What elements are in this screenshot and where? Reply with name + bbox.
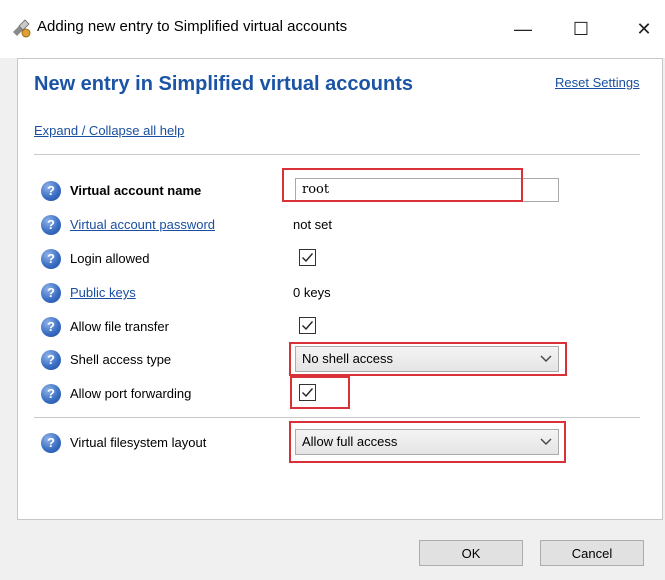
file-transfer-label: Allow file transfer — [70, 319, 169, 334]
row-file-transfer: ? Allow file transfer — [18, 312, 658, 342]
title-bar: Adding new entry to Simplified virtual a… — [0, 0, 665, 58]
checkmark-icon — [302, 321, 314, 331]
window-title: Adding new entry to Simplified virtual a… — [37, 18, 348, 35]
account-name-label: Virtual account name — [70, 183, 202, 198]
shell-access-value: No shell access — [302, 351, 394, 366]
cancel-button[interactable]: Cancel — [540, 540, 644, 566]
checkmark-icon — [302, 388, 314, 398]
help-icon[interactable]: ? — [41, 317, 61, 337]
public-keys-value: 0 keys — [293, 285, 331, 300]
row-account-password: ? Virtual account password not set — [18, 210, 658, 240]
public-keys-link[interactable]: Public keys — [70, 285, 136, 300]
page-title: New entry in Simplified virtual accounts — [34, 73, 413, 95]
row-account-name: ? Virtual account name root — [18, 176, 658, 206]
help-icon[interactable]: ? — [41, 215, 61, 235]
help-icon[interactable]: ? — [41, 433, 61, 453]
shell-access-label: Shell access type — [70, 352, 172, 367]
minimize-button[interactable]: — — [508, 14, 538, 44]
close-button[interactable]: ✕ — [629, 14, 659, 44]
port-forwarding-checkbox[interactable] — [299, 384, 316, 401]
login-allowed-checkbox[interactable] — [299, 249, 316, 266]
filesystem-layout-value: Allow full access — [302, 434, 398, 449]
maximize-button[interactable]: ☐ — [566, 14, 596, 44]
row-login-allowed: ? Login allowed — [18, 244, 658, 274]
row-shell-access: ? Shell access type No shell access — [18, 345, 658, 375]
account-password-value: not set — [293, 217, 333, 232]
filesystem-layout-label: Virtual filesystem layout — [70, 435, 207, 450]
divider — [34, 417, 640, 418]
settings-panel: New entry in Simplified virtual accounts… — [17, 58, 663, 520]
row-public-keys: ? Public keys 0 keys — [18, 278, 658, 308]
row-port-forwarding: ? Allow port forwarding — [18, 379, 658, 409]
reset-settings-link[interactable]: Reset Settings — [555, 75, 640, 90]
account-password-link[interactable]: Virtual account password — [70, 217, 215, 232]
filesystem-layout-dropdown[interactable]: Allow full access — [295, 429, 559, 455]
account-name-input[interactable]: root — [295, 178, 559, 202]
help-icon[interactable]: ? — [41, 384, 61, 404]
login-allowed-label: Login allowed — [70, 251, 150, 266]
row-filesystem-layout: ? Virtual filesystem layout Allow full a… — [18, 428, 658, 458]
help-icon[interactable]: ? — [41, 249, 61, 269]
checkmark-icon — [302, 253, 314, 263]
chevron-down-icon — [540, 438, 552, 445]
port-forwarding-label: Allow port forwarding — [70, 386, 192, 401]
app-icon — [13, 19, 31, 38]
divider — [34, 154, 640, 155]
file-transfer-checkbox[interactable] — [299, 317, 316, 334]
help-icon[interactable]: ? — [41, 181, 61, 201]
help-icon[interactable]: ? — [41, 350, 61, 370]
help-icon[interactable]: ? — [41, 283, 61, 303]
chevron-down-icon — [540, 355, 552, 362]
expand-collapse-help-link[interactable]: Expand / Collapse all help — [34, 123, 184, 138]
shell-access-dropdown[interactable]: No shell access — [295, 346, 559, 372]
ok-button[interactable]: OK — [419, 540, 523, 566]
